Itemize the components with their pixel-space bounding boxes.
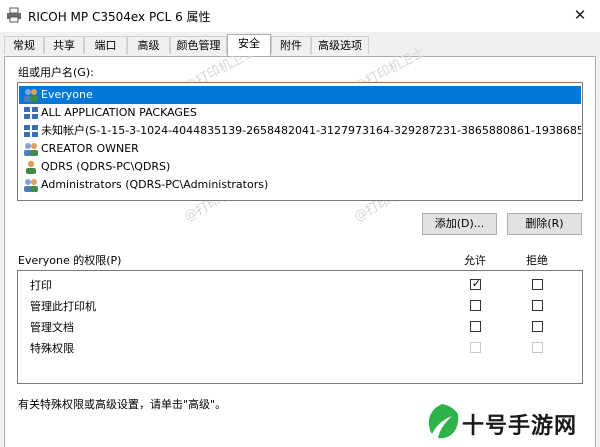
users-group-icon [23, 141, 39, 157]
checkmark-icon: ✓ [471, 277, 482, 290]
tab-strip: 常规 共享 端口 高级 颜色管理 安全 附件 高级选项 [0, 34, 600, 57]
brand-leaf-icon [428, 404, 459, 439]
tab-sharing[interactable]: 共享 [44, 36, 84, 54]
list-item-label: ALL APPLICATION PACKAGES [41, 106, 197, 119]
window-title: RICOH MP C3504ex PCL 6 属性 [28, 10, 211, 24]
users-group-icon [23, 87, 39, 103]
add-button[interactable]: 添加(D)... [422, 213, 497, 235]
tab-general[interactable]: 常规 [4, 36, 44, 54]
tab-color-management[interactable]: 颜色管理 [170, 36, 227, 54]
deny-manage-printer-checkbox[interactable] [532, 300, 543, 311]
permissions-header: Everyone 的权限(P) [18, 254, 122, 267]
tab-security[interactable]: 安全 [227, 34, 271, 56]
list-item-creator-owner[interactable]: CREATOR OWNER [19, 140, 581, 158]
permission-row-manage-printer: 管理此打印机 [30, 300, 96, 313]
allow-print-checkbox[interactable]: ✓ [470, 277, 482, 290]
allow-manage-documents-checkbox[interactable] [470, 321, 481, 332]
list-item-label: QDRS (QDRS-PC\QDRS) [41, 160, 171, 173]
permission-row-print: 打印 [30, 279, 52, 292]
list-item-everyone[interactable]: Everyone [19, 86, 581, 104]
list-item-label: 未知帐户(S-1-15-3-1024-4044835139-2658482041… [41, 124, 581, 137]
users-group-icon [23, 177, 39, 193]
list-item-all-app-packages[interactable]: ALL APPLICATION PACKAGES [19, 104, 581, 122]
tab-ports[interactable]: 端口 [84, 36, 127, 54]
list-item-label: Administrators (QDRS-PC\Administrators) [41, 178, 269, 191]
deny-special-checkbox [532, 342, 543, 353]
allow-column-header: 允许 [464, 254, 486, 267]
single-user-icon [23, 159, 39, 175]
deny-print-checkbox[interactable] [532, 279, 543, 290]
permissions-list: 打印 ✓ 管理此打印机 管理文档 特殊权限 [17, 270, 583, 384]
list-item-unknown-account[interactable]: 未知帐户(S-1-15-3-1024-4044835139-2658482041… [19, 122, 581, 140]
list-item-label: CREATOR OWNER [41, 142, 139, 155]
deny-column-header: 拒绝 [526, 254, 548, 267]
tab-advanced[interactable]: 高级 [127, 36, 170, 54]
permission-row-manage-documents: 管理文档 [30, 321, 74, 334]
close-button[interactable]: ✕ [568, 4, 592, 26]
app-packages-icon [23, 105, 39, 121]
close-icon: ✕ [573, 6, 587, 24]
list-item-label: Everyone [41, 88, 93, 101]
allow-manage-printer-checkbox[interactable] [470, 300, 481, 311]
allow-special-checkbox [470, 342, 481, 353]
tab-advanced-options[interactable]: 高级选项 [311, 36, 369, 54]
groups-label: 组或用户名(G): [18, 66, 94, 79]
unknown-account-icon [23, 123, 39, 139]
deny-manage-documents-checkbox[interactable] [532, 321, 543, 332]
groups-listbox[interactable]: Everyone ALL APPLICATION PACKAGES 未知帐户(S… [17, 82, 583, 201]
advanced-note: 有关特殊权限或高级设置，请单击"高级"。 [18, 398, 227, 411]
remove-button[interactable]: 删除(R) [507, 213, 582, 235]
printer-icon [6, 7, 22, 23]
brand-text: 十号手游网 [462, 414, 578, 439]
tab-accessories[interactable]: 附件 [271, 36, 311, 54]
permission-row-special: 特殊权限 [30, 342, 74, 355]
list-item-qdrs[interactable]: QDRS (QDRS-PC\QDRS) [19, 158, 581, 176]
list-item-administrators[interactable]: Administrators (QDRS-PC\Administrators) [19, 176, 581, 194]
